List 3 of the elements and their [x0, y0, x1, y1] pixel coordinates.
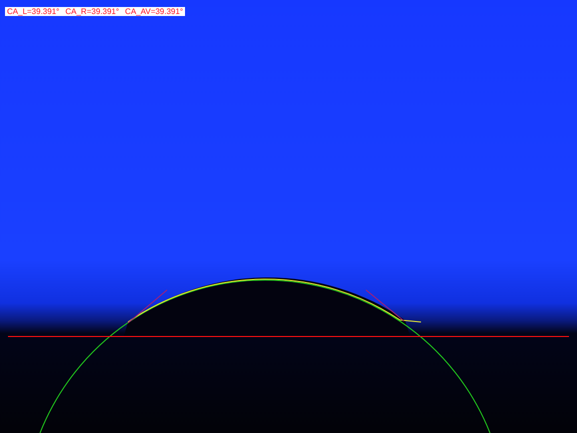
contact-angle-text: CA_AV=39.391°	[125, 7, 184, 16]
contact-angle-text: CA_L=39.391°	[7, 7, 60, 16]
contact-angle-text: CA_R=39.391°	[65, 7, 120, 16]
